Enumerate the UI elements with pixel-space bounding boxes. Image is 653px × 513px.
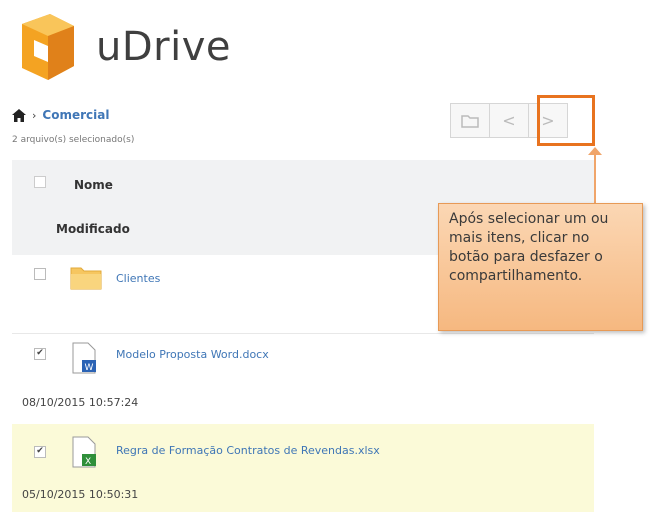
home-icon[interactable] (12, 108, 26, 122)
svg-text:X: X (85, 457, 91, 467)
unshare-button-highlight (537, 95, 595, 146)
breadcrumb-folder-link[interactable]: Comercial (42, 108, 109, 122)
brand-name: uDrive (96, 24, 231, 70)
file-name-link[interactable]: Clientes (116, 272, 160, 285)
folder-action-button[interactable] (450, 103, 490, 138)
folder-icon (461, 114, 479, 128)
selection-count: 2 arquivo(s) selecionado(s) (12, 135, 135, 145)
file-modified-date: 05/10/2015 10:50:31 (22, 488, 139, 501)
share-icon: < (502, 111, 516, 130)
select-all-checkbox[interactable] (34, 176, 46, 188)
breadcrumb: › Comercial (12, 108, 109, 122)
table-row[interactable]: ✔ W Modelo Proposta Word.docx 08/10/2015… (12, 334, 594, 421)
row-checkbox[interactable] (34, 268, 46, 280)
file-modified-date: 08/10/2015 10:57:24 (22, 396, 139, 409)
file-name-link[interactable]: Modelo Proposta Word.docx (116, 348, 269, 361)
udrive-logo-icon (22, 14, 74, 80)
column-modified-header[interactable]: Modificado (56, 222, 130, 236)
chevron-right-icon: › (32, 108, 37, 122)
callout-connector (594, 153, 596, 203)
instruction-callout: Após selecionar um ou mais itens, clicar… (438, 203, 643, 331)
excel-file-icon: X (72, 436, 96, 468)
row-checkbox[interactable]: ✔ (34, 348, 46, 360)
svg-text:W: W (85, 363, 94, 373)
column-name-header[interactable]: Nome (74, 178, 113, 192)
file-name-link[interactable]: Regra de Formação Contratos de Revendas.… (116, 444, 380, 457)
table-row[interactable]: ✔ X Regra de Formação Contratos de Reven… (12, 424, 594, 512)
folder-icon (70, 267, 102, 290)
word-file-icon: W (72, 342, 96, 374)
share-button[interactable]: < (489, 103, 529, 138)
row-checkbox[interactable]: ✔ (34, 446, 46, 458)
